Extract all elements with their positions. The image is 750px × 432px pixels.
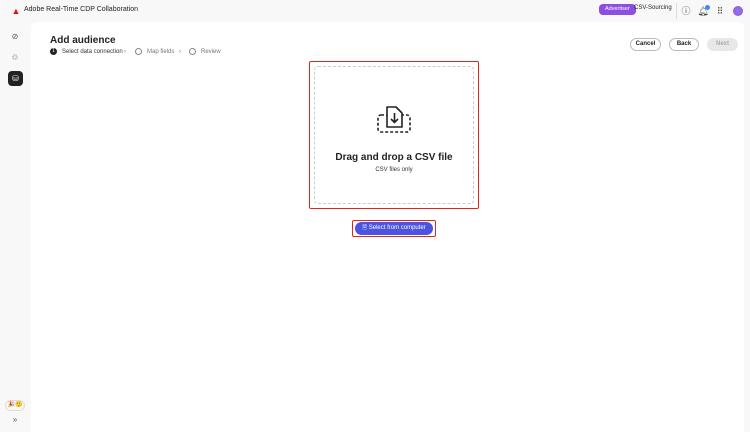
notification-dot <box>705 5 710 10</box>
step-3-indicator <box>189 48 196 55</box>
dropzone-title: Drag and drop a CSV file <box>335 152 453 163</box>
chevron-right-icon: › <box>179 49 181 55</box>
step-review: Review <box>201 49 221 55</box>
file-icon: 🗎 <box>362 225 368 231</box>
adobe-logo: ▲ <box>11 6 21 16</box>
app-title: Adobe Real-Time CDP Collaboration <box>24 6 138 13</box>
cancel-button[interactable]: Cancel <box>630 38 661 51</box>
page-title: Add audience <box>50 35 116 46</box>
role-badge: Advertiser <box>599 4 636 15</box>
select-button-label: Select from computer <box>368 225 426 231</box>
divider <box>676 3 677 19</box>
csv-dropzone[interactable]: Drag and drop a CSV file CSV files only <box>314 66 474 204</box>
expand-sidebar-icon[interactable]: » <box>9 414 21 426</box>
step-map-fields: Map fields <box>147 49 175 55</box>
help-icon[interactable]: ⓘ <box>680 5 692 17</box>
step-2-indicator <box>135 48 142 55</box>
step-1-indicator: 1 <box>50 48 57 55</box>
next-button[interactable]: Next <box>707 38 738 51</box>
connections-icon[interactable]: ♲ <box>9 52 21 64</box>
org-switcher[interactable]: CSV-Sourcing <box>634 5 672 11</box>
chevron-right-icon: › <box>124 49 126 55</box>
dropzone-subtitle: CSV files only <box>375 167 413 173</box>
navigation-icon[interactable]: ⊘ <box>9 31 21 43</box>
file-download-icon <box>377 106 411 133</box>
back-button[interactable]: Back <box>669 38 699 51</box>
select-from-computer-button[interactable]: 🗎 Select from computer <box>355 222 433 235</box>
avatar[interactable] <box>733 6 743 16</box>
apps-grid-icon[interactable]: ⠿ <box>714 5 726 17</box>
feedback-button[interactable]: 🎉🙂 <box>5 400 25 411</box>
step-select-data-connection: Select data connection <box>62 49 123 55</box>
data-icon[interactable]: ⛁ <box>8 71 23 86</box>
